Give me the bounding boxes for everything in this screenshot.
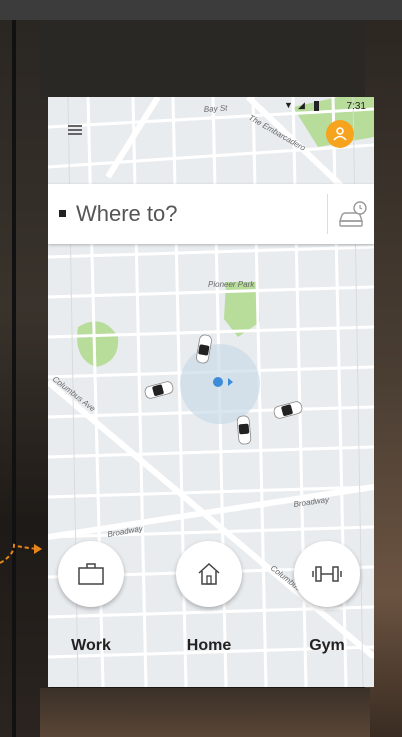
current-location-dot <box>213 377 223 387</box>
gym-shortcut-button[interactable] <box>294 541 360 607</box>
car-icon <box>236 415 252 445</box>
dumbbell-icon <box>312 566 342 582</box>
briefcase-icon <box>78 563 104 585</box>
street-label: Pioneer Park <box>208 280 255 289</box>
wifi-icon: ▼ <box>284 100 293 110</box>
work-label: Work <box>71 637 111 654</box>
person-icon <box>333 127 347 141</box>
destination-square-icon <box>59 210 66 217</box>
status-time: 7:31 <box>346 101 366 112</box>
menu-icon[interactable] <box>68 125 82 135</box>
signal-icon: ◢ <box>298 100 305 110</box>
home-label: Home <box>186 637 232 654</box>
profile-avatar[interactable] <box>326 120 354 148</box>
home-icon <box>198 562 220 585</box>
background-bottom <box>40 688 370 737</box>
destination-search-bar[interactable]: Where to? <box>48 184 374 244</box>
annotation-arrow-icon <box>0 543 42 564</box>
battery-icon <box>314 101 319 111</box>
status-bar: ▼ ◢ 7:31 <box>48 97 374 115</box>
background-edge <box>12 20 16 737</box>
phone-screen: Bay St The Embarcadero Pioneer Park Colu… <box>48 97 374 687</box>
background-top-bar <box>0 0 402 20</box>
gym-label: Gym <box>309 637 345 654</box>
background-mid <box>40 20 370 100</box>
where-to-placeholder[interactable]: Where to? <box>76 198 178 230</box>
work-shortcut-button[interactable] <box>58 541 124 607</box>
schedule-ride-icon[interactable] <box>336 197 370 231</box>
home-shortcut-button[interactable] <box>176 541 242 607</box>
background-left <box>0 20 50 737</box>
search-divider <box>327 194 328 234</box>
